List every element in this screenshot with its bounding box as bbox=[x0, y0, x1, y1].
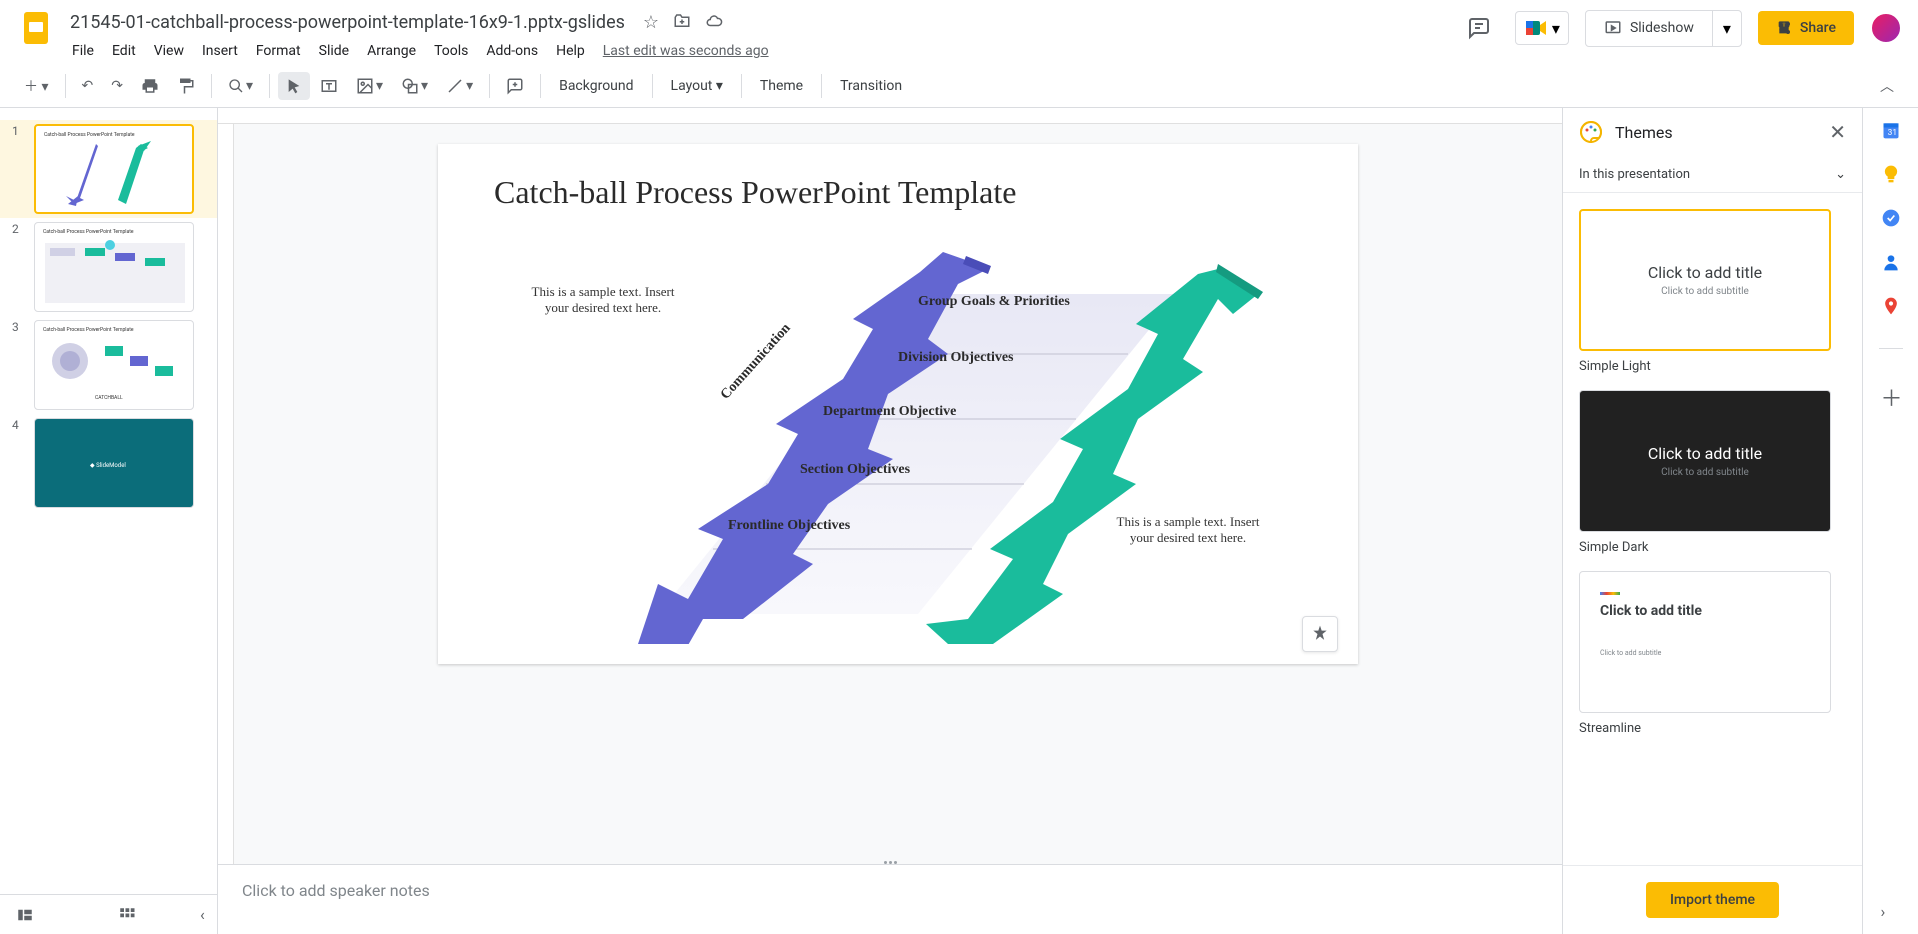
star-icon[interactable]: ☆ bbox=[643, 12, 659, 33]
user-avatar[interactable] bbox=[1870, 12, 1902, 44]
menu-format[interactable]: Format bbox=[248, 39, 309, 63]
collapse-filmstrip-icon[interactable]: ‹ bbox=[200, 905, 205, 924]
keep-icon[interactable] bbox=[1881, 164, 1901, 184]
main-area: 1 Catch-ball Process PowerPoint Template… bbox=[0, 108, 1918, 934]
paint-format-button[interactable] bbox=[169, 71, 203, 101]
chevron-down-icon: ▾ bbox=[1552, 19, 1560, 38]
menu-help[interactable]: Help bbox=[548, 39, 593, 63]
svg-text:◆ SlideModel: ◆ SlideModel bbox=[90, 462, 126, 469]
background-button[interactable]: Background bbox=[549, 72, 643, 100]
menu-arrange[interactable]: Arrange bbox=[359, 39, 424, 63]
step-3[interactable]: Department Objective bbox=[823, 404, 956, 420]
contacts-icon[interactable] bbox=[1881, 252, 1901, 272]
theme-simple-dark[interactable]: Click to add title Click to add subtitle… bbox=[1579, 390, 1846, 555]
slideshow-dropdown[interactable]: ▾ bbox=[1712, 11, 1741, 46]
chevron-down-icon: ⌄ bbox=[1835, 167, 1846, 182]
comments-icon[interactable] bbox=[1459, 8, 1499, 48]
themes-panel-title: Themes bbox=[1615, 123, 1817, 142]
comment-tool[interactable] bbox=[498, 71, 532, 101]
step-5[interactable]: Frontline Objectives bbox=[728, 518, 850, 534]
collapse-toolbar-icon[interactable]: ︿ bbox=[1872, 70, 1902, 102]
last-edit-link[interactable]: Last edit was seconds ago bbox=[595, 39, 777, 63]
themes-panel: Themes ✕ In this presentation ⌄ Click to… bbox=[1562, 108, 1862, 934]
palette-icon bbox=[1579, 120, 1603, 144]
canvas-scroll[interactable]: Catch-ball Process PowerPoint Template T… bbox=[234, 124, 1562, 864]
share-button[interactable]: Share bbox=[1758, 11, 1854, 45]
themes-list[interactable]: Click to add title Click to add subtitle… bbox=[1563, 193, 1862, 865]
line-tool[interactable]: ▾ bbox=[438, 71, 481, 101]
slide-title[interactable]: Catch-ball Process PowerPoint Template bbox=[494, 174, 1016, 211]
transition-button[interactable]: Transition bbox=[830, 72, 912, 100]
calendar-icon[interactable]: 31 bbox=[1881, 120, 1901, 140]
doc-title[interactable]: 21545-01-catchball-process-powerpoint-te… bbox=[64, 10, 631, 35]
menu-edit[interactable]: Edit bbox=[104, 39, 144, 63]
filmstrip-view-icon[interactable] bbox=[16, 906, 34, 924]
grid-view-icon[interactable] bbox=[118, 906, 136, 924]
menu-slide[interactable]: Slide bbox=[311, 39, 357, 63]
thumb-3[interactable]: 3 Catch-ball Process PowerPoint Template… bbox=[0, 316, 217, 414]
app-header: 21545-01-catchball-process-powerpoint-te… bbox=[0, 0, 1918, 64]
maps-icon[interactable] bbox=[1881, 296, 1901, 316]
speaker-notes[interactable]: Click to add speaker notes bbox=[218, 864, 1562, 934]
theme-button[interactable]: Theme bbox=[750, 72, 813, 100]
cloud-icon[interactable] bbox=[705, 12, 723, 33]
step-1[interactable]: Group Goals & Priorities bbox=[918, 294, 1070, 310]
slide-filmstrip[interactable]: 1 Catch-ball Process PowerPoint Template… bbox=[0, 108, 218, 934]
notes-placeholder: Click to add speaker notes bbox=[242, 881, 1538, 900]
select-tool[interactable] bbox=[278, 72, 310, 100]
addons-icon[interactable]: ＋ bbox=[1881, 381, 1901, 401]
thumb-1[interactable]: 1 Catch-ball Process PowerPoint Template bbox=[0, 120, 217, 218]
catchball-diagram bbox=[488, 224, 1308, 644]
menu-file[interactable]: File bbox=[64, 39, 102, 63]
slideshow-label: Slideshow bbox=[1630, 20, 1694, 36]
print-button[interactable] bbox=[133, 71, 167, 101]
theme-simple-light[interactable]: Click to add title Click to add subtitle… bbox=[1579, 209, 1846, 374]
move-icon[interactable] bbox=[673, 12, 691, 33]
step-4[interactable]: Section Objectives bbox=[800, 462, 910, 478]
filmstrip-footer bbox=[0, 894, 218, 934]
svg-text:31: 31 bbox=[1887, 128, 1896, 138]
theme-streamline[interactable]: Click to add title Click to add subtitle… bbox=[1579, 571, 1846, 736]
new-slide-button[interactable]: ＋ ▾ bbox=[16, 70, 57, 102]
explore-button[interactable] bbox=[1302, 616, 1338, 652]
layout-button[interactable]: Layout ▾ bbox=[661, 72, 733, 100]
menu-view[interactable]: View bbox=[146, 39, 192, 63]
undo-button[interactable]: ↶ bbox=[74, 72, 102, 100]
zoom-button[interactable]: ▾ bbox=[220, 72, 261, 100]
redo-button[interactable]: ↷ bbox=[103, 72, 131, 100]
title-area: 21545-01-catchball-process-powerpoint-te… bbox=[64, 8, 1459, 63]
image-tool[interactable]: ▾ bbox=[348, 71, 391, 101]
close-icon[interactable]: ✕ bbox=[1829, 120, 1846, 144]
slides-logo[interactable] bbox=[16, 8, 56, 48]
canvas-area: Catch-ball Process PowerPoint Template T… bbox=[218, 108, 1562, 934]
tasks-icon[interactable] bbox=[1881, 208, 1901, 228]
thumb-4[interactable]: 4 ◆ SlideModel bbox=[0, 414, 217, 512]
thumb-2[interactable]: 2 Catch-ball Process PowerPoint Template bbox=[0, 218, 217, 316]
ruler-horizontal bbox=[218, 108, 1562, 124]
hide-sidepanel-icon[interactable]: › bbox=[1881, 902, 1901, 922]
toolbar: ＋ ▾ ↶ ↷ ▾ ▾ ▾ ▾ Background Layout ▾ Them… bbox=[0, 64, 1918, 108]
menu-insert[interactable]: Insert bbox=[194, 39, 246, 63]
step-2[interactable]: Division Objectives bbox=[898, 350, 1014, 366]
meet-button[interactable]: ▾ bbox=[1515, 11, 1569, 45]
import-theme-button[interactable]: Import theme bbox=[1646, 882, 1779, 918]
menu-addons[interactable]: Add-ons bbox=[478, 39, 546, 63]
shape-tool[interactable]: ▾ bbox=[393, 71, 436, 101]
side-panel: 31 ＋ › bbox=[1862, 108, 1918, 934]
notes-drag-handle[interactable] bbox=[870, 861, 910, 869]
menu-tools[interactable]: Tools bbox=[426, 39, 476, 63]
slideshow-button[interactable]: Slideshow ▾ bbox=[1585, 10, 1742, 47]
ruler-vertical bbox=[218, 124, 234, 864]
themes-section-toggle[interactable]: In this presentation ⌄ bbox=[1563, 157, 1862, 193]
textbox-tool[interactable] bbox=[312, 71, 346, 101]
current-slide[interactable]: Catch-ball Process PowerPoint Template T… bbox=[438, 144, 1358, 664]
share-label: Share bbox=[1800, 20, 1836, 36]
menu-bar: File Edit View Insert Format Slide Arran… bbox=[64, 37, 1459, 63]
svg-text:CATCHBALL: CATCHBALL bbox=[95, 395, 123, 401]
